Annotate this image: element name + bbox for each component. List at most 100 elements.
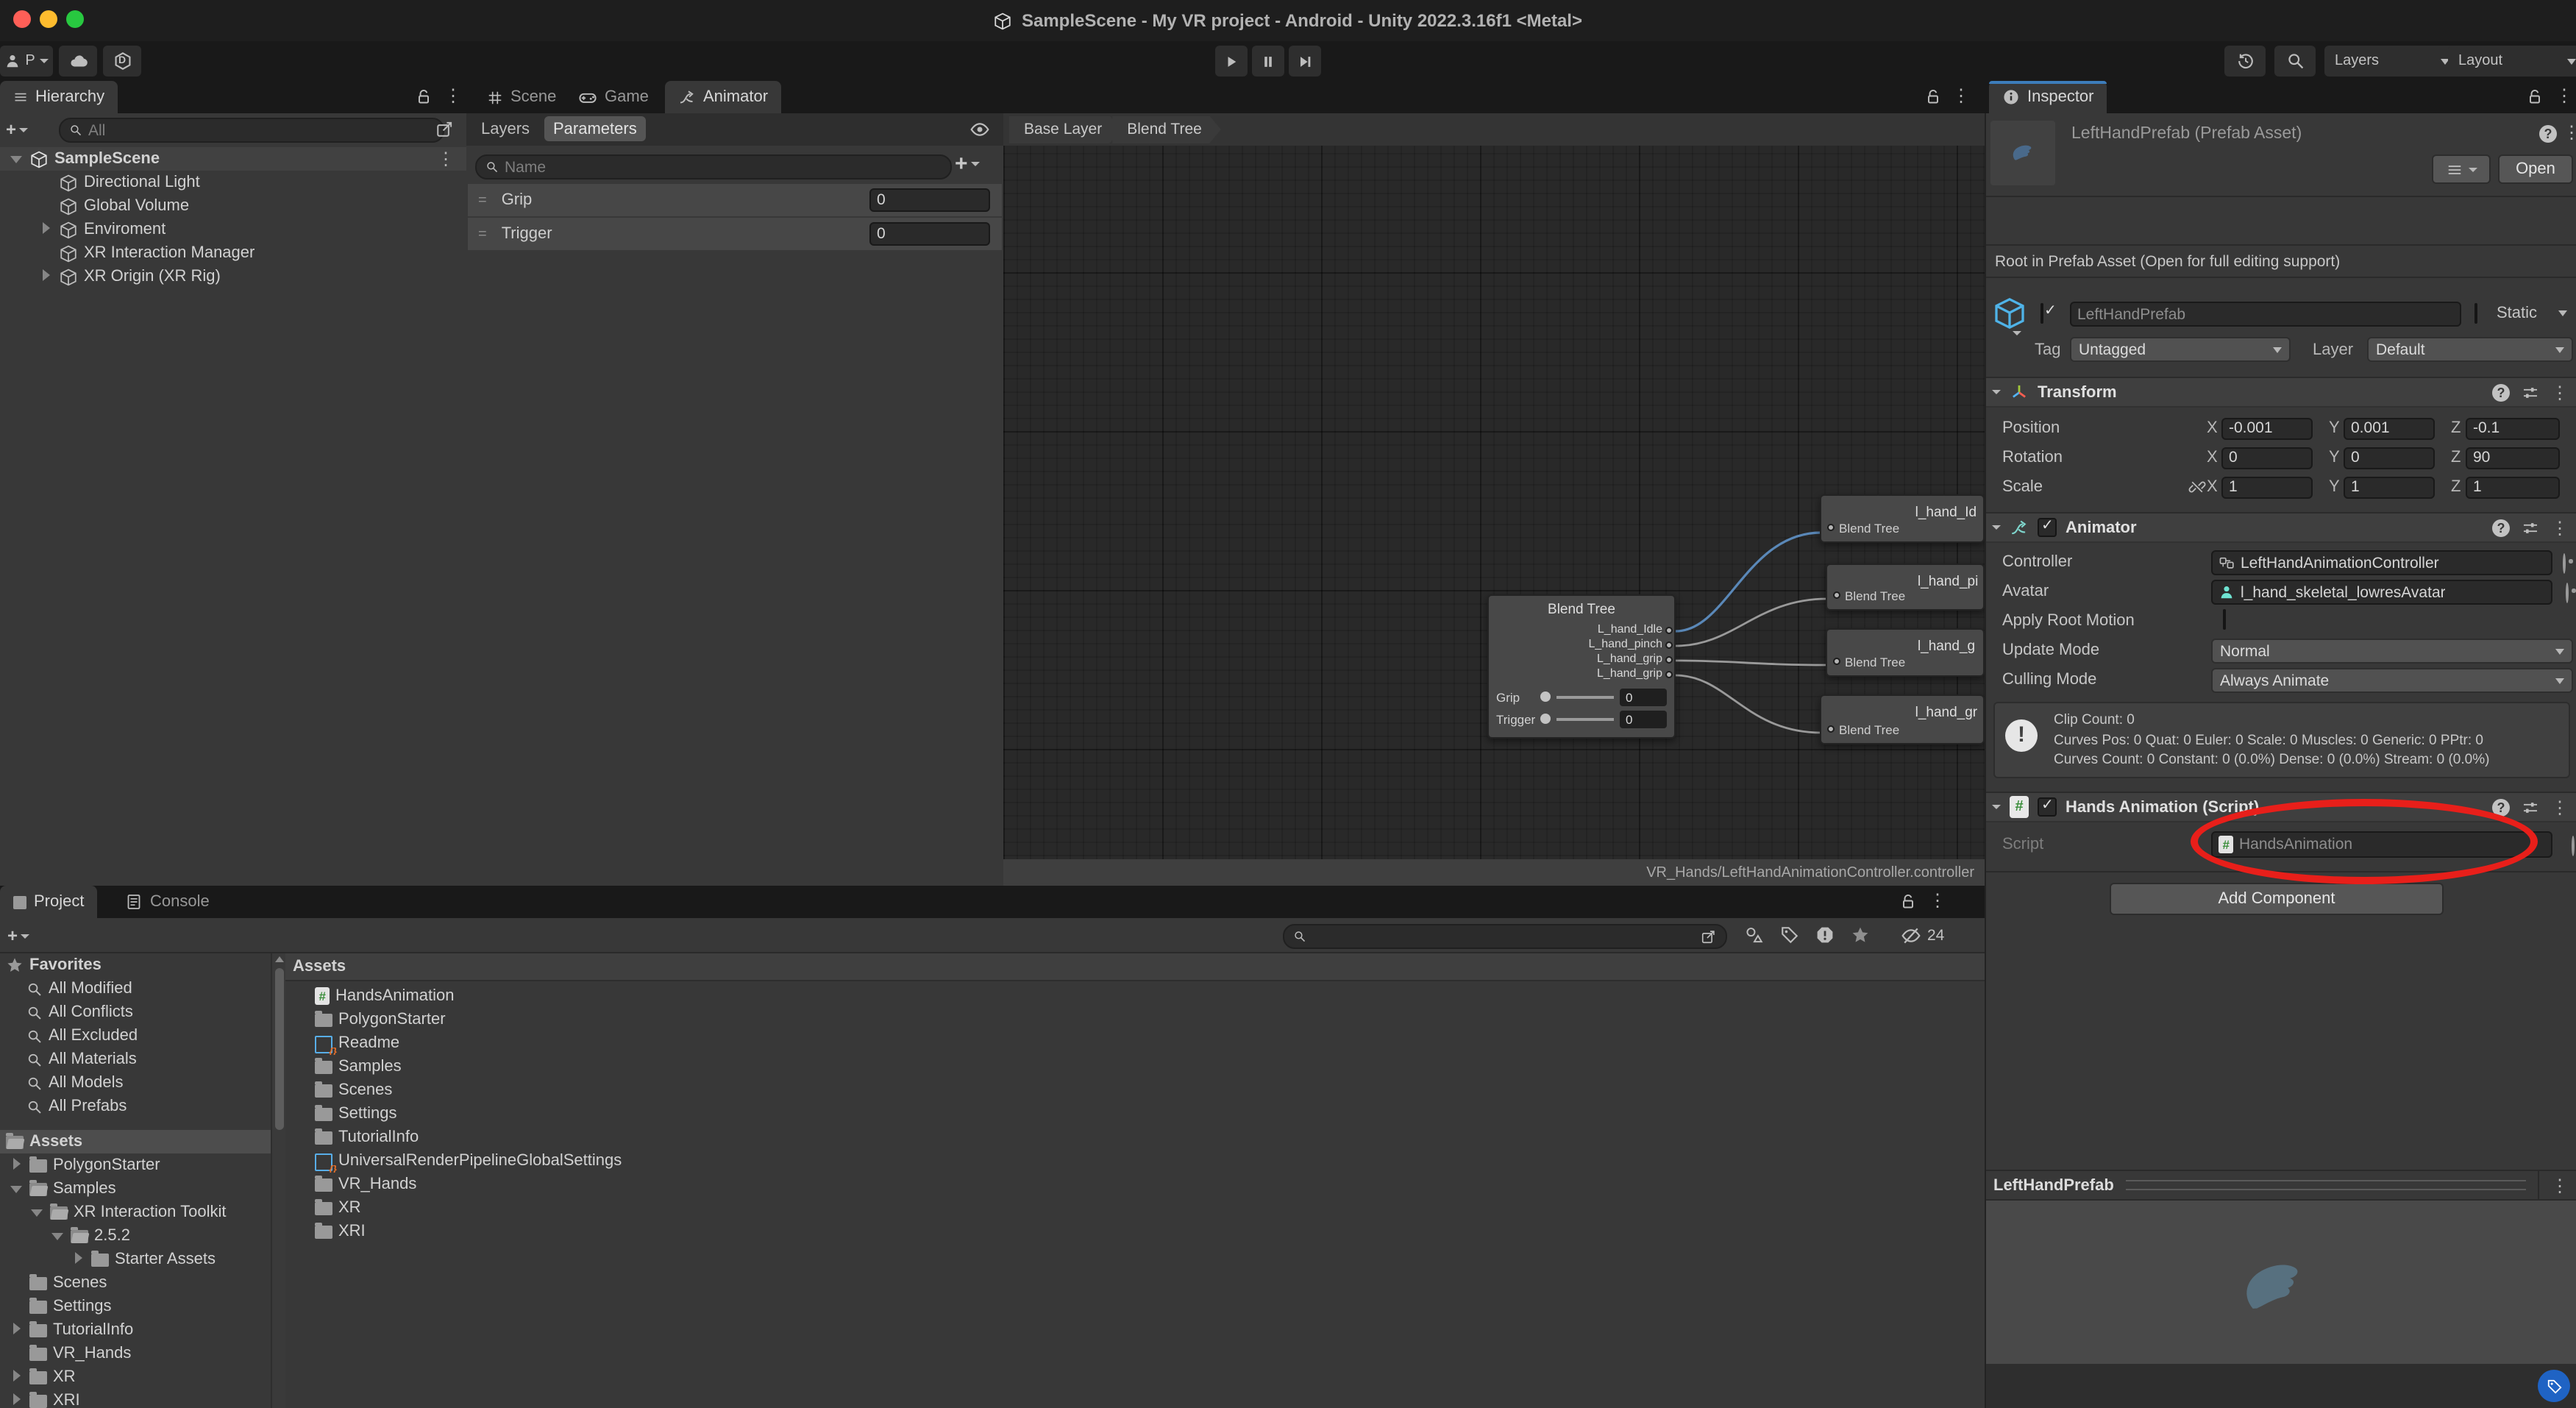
tab-project[interactable]: Project — [0, 886, 98, 918]
expand-arrow-icon[interactable] — [9, 1321, 24, 1339]
parameter-value-field[interactable]: 0 — [869, 188, 990, 212]
object-picker-icon[interactable] — [2563, 553, 2566, 574]
controller-object-field[interactable]: LeftHandAnimationController — [2211, 550, 2552, 575]
favorite-search-item[interactable]: All Conflicts — [0, 1000, 271, 1024]
expand-arrow-icon[interactable] — [29, 1203, 44, 1221]
asset-item[interactable]: XRI — [285, 1220, 1985, 1243]
project-create-button[interactable]: + — [7, 925, 29, 946]
link-broken-icon[interactable] — [2188, 478, 2207, 496]
output-port-icon[interactable] — [1665, 670, 1673, 678]
asset-item[interactable]: Settings — [285, 1102, 1985, 1126]
transform-header[interactable]: Transform ? ⋮ — [1986, 377, 2576, 408]
kebab-menu-icon[interactable]: ⋮ — [2551, 519, 2569, 536]
tree-folder-row[interactable]: XRI — [0, 1389, 271, 1408]
object-picker-icon[interactable] — [2566, 583, 2569, 603]
slider-track[interactable] — [1556, 717, 1614, 720]
expand-arrow-icon[interactable] — [9, 1392, 24, 1408]
slider-knob[interactable] — [1540, 691, 1551, 702]
position-y-field[interactable]: 0.001 — [2344, 417, 2435, 439]
kebab-menu-icon[interactable]: ⋮ — [1929, 892, 1946, 909]
close-window-button[interactable] — [13, 10, 31, 28]
project-search-input[interactable] — [1283, 924, 1727, 949]
motion-node[interactable]: l_hand_Id Blend Tree — [1820, 494, 1985, 543]
cloud-services-button[interactable] — [59, 46, 97, 77]
asset-item[interactable]: HandsAnimation — [285, 984, 1985, 1008]
input-port-icon[interactable] — [1827, 524, 1835, 531]
input-port-icon[interactable] — [1833, 658, 1840, 665]
asset-item[interactable]: Scenes — [285, 1078, 1985, 1102]
account-button[interactable]: P — [0, 46, 53, 77]
expand-arrow-icon[interactable] — [38, 268, 53, 285]
kebab-menu-icon[interactable]: ⋮ — [2551, 1176, 2576, 1194]
hierarchy-item[interactable]: Global Volume — [0, 194, 466, 218]
foldout-arrow-icon[interactable] — [1992, 525, 2001, 530]
output-port-icon[interactable] — [1665, 641, 1673, 648]
favorite-search-item[interactable]: All Excluded — [0, 1024, 271, 1048]
favorite-search-item[interactable]: All Prefabs — [0, 1095, 271, 1118]
lock-icon[interactable] — [1899, 893, 1917, 911]
motion-node[interactable]: l_hand_g Blend Tree — [1826, 628, 1985, 677]
minimize-window-button[interactable] — [40, 10, 57, 28]
asset-item[interactable]: VR_Hands — [285, 1173, 1985, 1196]
kebab-menu-icon[interactable]: ⋮ — [2555, 87, 2573, 104]
drag-handle-icon[interactable]: = — [478, 192, 487, 208]
kebab-menu-icon[interactable]: ⋮ — [2551, 383, 2569, 401]
favorite-search-item[interactable]: All Models — [0, 1071, 271, 1095]
open-new-window-icon[interactable] — [435, 119, 455, 138]
kebab-menu-icon[interactable]: ⋮ — [1952, 87, 1970, 104]
parameter-row[interactable]: = Trigger 0 — [468, 218, 1002, 250]
motion-node[interactable]: l_hand_gr Blend Tree — [1820, 694, 1985, 744]
hierarchy-search-input[interactable]: All — [59, 118, 444, 143]
input-port-icon[interactable] — [1833, 591, 1840, 599]
search-by-label-icon[interactable] — [1780, 925, 1799, 945]
help-icon[interactable]: ? — [2492, 798, 2510, 816]
apply-root-motion-checkbox[interactable] — [2223, 609, 2226, 630]
slider-track[interactable] — [1556, 695, 1614, 698]
tree-folder-row[interactable]: 2.5.2 — [0, 1224, 271, 1248]
motion-node[interactable]: l_hand_pi Blend Tree — [1826, 563, 1985, 611]
hierarchy-item[interactable]: Directional Light — [0, 171, 466, 194]
favorite-search-item[interactable]: All Modified — [0, 977, 271, 1000]
asset-item[interactable]: Readme — [285, 1031, 1985, 1055]
scale-x-field[interactable]: 1 — [2221, 476, 2313, 498]
input-port-icon[interactable] — [1827, 725, 1835, 733]
tree-folder-row[interactable]: XR Interaction Toolkit — [0, 1201, 271, 1224]
tree-folder-row[interactable]: Settings — [0, 1295, 271, 1318]
tab-game[interactable]: Game — [565, 81, 662, 113]
animator-graph[interactable]: Base Layer Blend Tree Blend Tree L_hand_… — [1003, 113, 1985, 886]
expand-arrow-icon[interactable] — [9, 1156, 24, 1174]
pause-button[interactable] — [1252, 46, 1284, 77]
favorites-star-icon[interactable] — [1851, 925, 1870, 945]
animator-component-header[interactable]: Animator ? ⋮ — [1986, 512, 2576, 543]
assets-root-row[interactable]: Assets — [0, 1130, 271, 1153]
static-checkbox[interactable] — [2474, 303, 2477, 324]
version-control-button[interactable]: D — [103, 46, 141, 77]
script-enabled-checkbox[interactable] — [2038, 797, 2057, 817]
undo-history-button[interactable] — [2224, 46, 2266, 77]
search-by-type-icon[interactable] — [1745, 925, 1764, 945]
tab-animator[interactable]: Animator — [665, 81, 781, 113]
add-component-button[interactable]: Add Component — [2110, 883, 2444, 915]
expand-arrow-icon[interactable] — [9, 1180, 24, 1198]
position-z-field[interactable]: -0.1 — [2466, 417, 2560, 439]
collapse-arrow-icon[interactable] — [9, 150, 24, 168]
hidden-count-eye-icon[interactable] — [1901, 925, 1921, 946]
animator-enabled-checkbox[interactable] — [2038, 518, 2057, 537]
tab-layers[interactable]: Layers — [472, 116, 538, 141]
static-dropdown-icon[interactable] — [2558, 310, 2567, 316]
tab-hierarchy[interactable]: Hierarchy — [0, 81, 118, 113]
drag-handle-icon[interactable]: = — [478, 226, 487, 242]
scroll-up-arrow-icon[interactable] — [275, 956, 284, 962]
slider-value-field[interactable]: 0 — [1620, 710, 1667, 728]
zoom-window-button[interactable] — [66, 10, 84, 28]
layer-dropdown[interactable]: Default — [2367, 337, 2573, 362]
step-button[interactable] — [1289, 46, 1321, 77]
help-icon[interactable]: ? — [2492, 519, 2510, 536]
script-component-header[interactable]: Hands Animation (Script) ? ⋮ — [1986, 792, 2576, 822]
tree-scrollbar[interactable] — [271, 953, 285, 1408]
lock-icon[interactable] — [415, 88, 433, 106]
position-x-field[interactable]: -0.001 — [2221, 417, 2313, 439]
tab-inspector[interactable]: Inspector — [1989, 81, 2107, 113]
search-by-warning-icon[interactable] — [1815, 925, 1835, 945]
scrollbar-thumb[interactable] — [274, 968, 283, 1130]
